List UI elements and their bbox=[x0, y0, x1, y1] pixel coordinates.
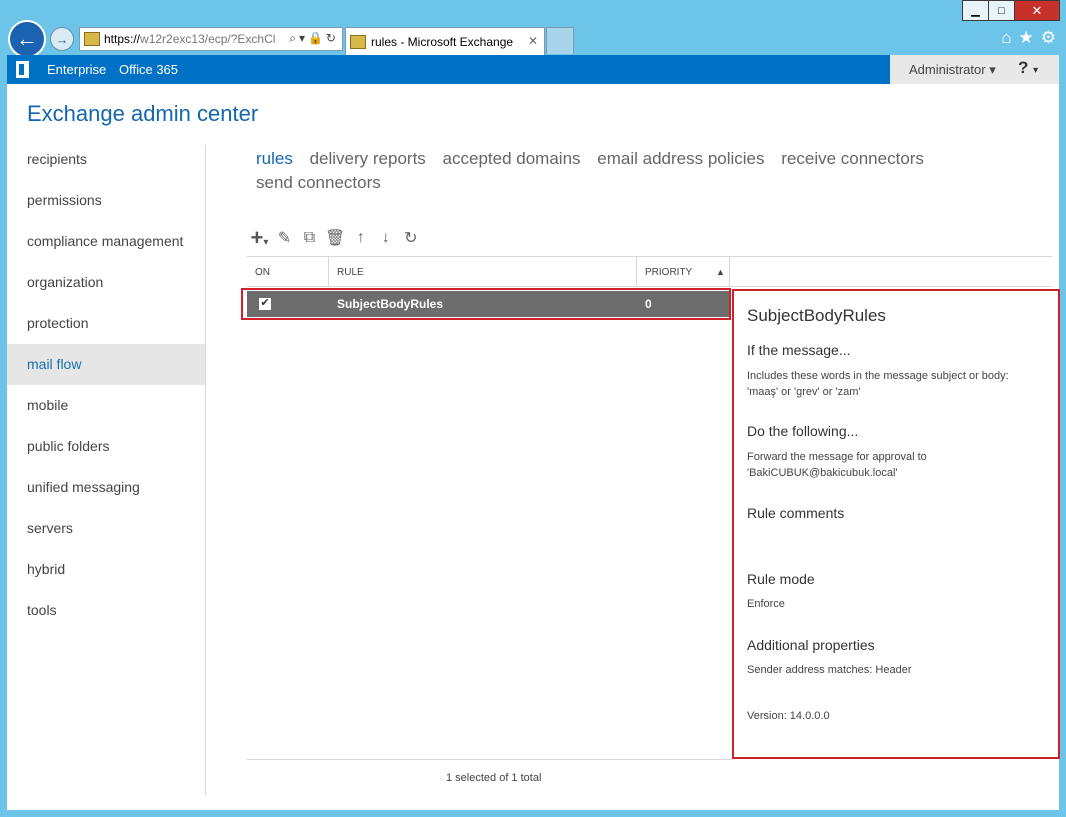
if-text-line-2: 'maaş' or 'grev' or 'zam' bbox=[747, 386, 861, 398]
url-path: w12r2exc13/ecp/?ExchCl bbox=[140, 32, 276, 46]
nav-item-recipients[interactable]: recipients bbox=[7, 139, 206, 180]
tab-favicon-icon bbox=[350, 34, 366, 49]
do-text-line-1: Forward the message for approval to bbox=[747, 451, 927, 463]
tab-accepted-domains[interactable]: accepted domains bbox=[443, 149, 581, 168]
address-search-icon[interactable]: ⌕▾🔒↻ bbox=[289, 31, 339, 46]
minimize-icon[interactable]: ▁ bbox=[962, 0, 989, 21]
copy-icon[interactable]: ⧉ bbox=[300, 229, 319, 247]
rule-name: SubjectBodyRules bbox=[337, 297, 444, 311]
help-menu[interactable]: ? ▾ bbox=[1018, 58, 1038, 78]
mail-flow-tabs: rules delivery reports accepted domains … bbox=[256, 147, 956, 195]
move-down-icon[interactable]: ↓ bbox=[376, 229, 395, 247]
tab-delivery-reports[interactable]: delivery reports bbox=[310, 149, 426, 168]
new-tab-button[interactable] bbox=[546, 27, 574, 54]
grid-status-text: 1 selected of 1 total bbox=[446, 772, 542, 784]
browser-tab-active[interactable]: rules - Microsoft Exchange ✕ bbox=[345, 27, 545, 55]
nav-item-hybrid[interactable]: hybrid bbox=[7, 549, 206, 590]
grid-footer-divider bbox=[247, 759, 732, 760]
nav-item-permissions[interactable]: permissions bbox=[7, 180, 206, 221]
if-text-line-1: Includes these words in the message subj… bbox=[747, 370, 1009, 382]
comments-heading: Rule comments bbox=[747, 505, 845, 521]
browser-tools: ⌂ ★ ⚙ bbox=[1001, 28, 1056, 48]
user-area: Administrator ▾ ? ▾ bbox=[890, 55, 1059, 84]
tab-email-address-policies[interactable]: email address policies bbox=[597, 149, 764, 168]
sort-ascending-icon: ▲ bbox=[716, 267, 725, 277]
toolbar: +▾ ✎ ⧉ 🗑 ↑ ↓ ↻ bbox=[250, 225, 420, 251]
browser-chrome: ▁ □ ✕ ← → https://w12r2exc13/ecp/?ExchCl… bbox=[0, 0, 1066, 58]
column-header-priority[interactable]: PRIORITY bbox=[645, 267, 692, 278]
nav-item-protection[interactable]: protection bbox=[7, 303, 206, 344]
column-header-rule[interactable]: RULE bbox=[337, 267, 364, 278]
enterprise-link[interactable]: Enterprise bbox=[47, 62, 106, 77]
nav-item-organization[interactable]: organization bbox=[7, 262, 206, 303]
page: Enterprise Office 365 Administrator ▾ ? … bbox=[7, 55, 1060, 810]
do-heading: Do the following... bbox=[747, 423, 859, 439]
office-logo-icon[interactable] bbox=[16, 61, 29, 78]
page-favicon-icon bbox=[84, 32, 100, 46]
column-separator bbox=[328, 257, 329, 287]
rule-priority: 0 bbox=[645, 297, 652, 311]
grid-header: ON RULE PRIORITY ▲ bbox=[247, 256, 1052, 287]
nav-item-unified-messaging[interactable]: unified messaging bbox=[7, 467, 206, 508]
tab-close-icon[interactable]: ✕ bbox=[528, 34, 538, 48]
rule-enabled-checkbox[interactable]: ✔ bbox=[259, 298, 271, 310]
tab-rules[interactable]: rules bbox=[256, 149, 293, 168]
help-icon: ? bbox=[1018, 58, 1029, 77]
maximize-icon[interactable]: □ bbox=[988, 0, 1015, 21]
add-icon[interactable]: +▾ bbox=[250, 225, 269, 251]
nav-item-tools[interactable]: tools bbox=[7, 590, 206, 631]
url-scheme: https:// bbox=[104, 32, 141, 46]
tab-send-connectors[interactable]: send connectors bbox=[256, 173, 381, 192]
edit-pencil-icon[interactable]: ✎ bbox=[275, 228, 294, 248]
do-text-line-2: 'BakiCUBUK@bakicubuk.local' bbox=[747, 467, 898, 479]
if-heading: If the message... bbox=[747, 342, 851, 358]
left-navigation: recipients permissions compliance manage… bbox=[7, 139, 206, 631]
props-heading: Additional properties bbox=[747, 637, 875, 653]
column-separator bbox=[636, 257, 637, 287]
column-separator bbox=[729, 257, 730, 287]
chevron-down-icon: ▾ bbox=[263, 237, 269, 248]
app-title: Exchange admin center bbox=[27, 101, 259, 126]
address-bar[interactable]: https://w12r2exc13/ecp/?ExchCl ⌕▾🔒↻ bbox=[79, 27, 343, 51]
delete-trash-icon[interactable]: 🗑 bbox=[325, 228, 345, 248]
nav-item-mail-flow[interactable]: mail flow bbox=[7, 344, 206, 385]
forward-arrow-icon[interactable]: → bbox=[50, 27, 74, 51]
version-text: Version: 14.0.0.0 bbox=[747, 710, 830, 722]
mode-heading: Rule mode bbox=[747, 571, 815, 587]
office365-link[interactable]: Office 365 bbox=[119, 62, 178, 77]
favorites-star-icon[interactable]: ★ bbox=[1019, 28, 1034, 48]
chevron-down-icon: ▾ bbox=[1033, 65, 1039, 76]
details-pane: SubjectBodyRules If the message... Inclu… bbox=[732, 289, 1060, 759]
props-value: Sender address matches: Header bbox=[747, 664, 912, 676]
move-up-icon[interactable]: ↑ bbox=[351, 229, 370, 247]
settings-gear-icon[interactable]: ⚙ bbox=[1041, 28, 1056, 48]
refresh-icon[interactable]: ↻ bbox=[401, 228, 420, 248]
nav-item-servers[interactable]: servers bbox=[7, 508, 206, 549]
home-icon[interactable]: ⌂ bbox=[1001, 28, 1011, 48]
nav-item-mobile[interactable]: mobile bbox=[7, 385, 206, 426]
details-title: SubjectBodyRules bbox=[747, 306, 886, 325]
close-icon[interactable]: ✕ bbox=[1014, 0, 1060, 21]
user-name: Administrator bbox=[909, 62, 986, 77]
mode-value: Enforce bbox=[747, 598, 785, 610]
chevron-down-icon: ▾ bbox=[989, 62, 996, 77]
column-header-on[interactable]: ON bbox=[255, 267, 270, 278]
user-menu[interactable]: Administrator ▾ bbox=[909, 62, 996, 78]
back-arrow-icon[interactable]: ← bbox=[8, 20, 46, 58]
window-controls: ▁ □ ✕ bbox=[962, 0, 1060, 21]
tab-receive-connectors[interactable]: receive connectors bbox=[781, 149, 924, 168]
tab-title: rules - Microsoft Exchange bbox=[371, 34, 514, 49]
nav-item-public-folders[interactable]: public folders bbox=[7, 426, 206, 467]
nav-item-compliance-management[interactable]: compliance management bbox=[7, 221, 206, 262]
office365-bar: Enterprise Office 365 Administrator ▾ ? … bbox=[7, 55, 1059, 84]
table-row[interactable]: ✔ SubjectBodyRules 0 bbox=[247, 291, 729, 317]
nav-divider bbox=[205, 145, 206, 795]
